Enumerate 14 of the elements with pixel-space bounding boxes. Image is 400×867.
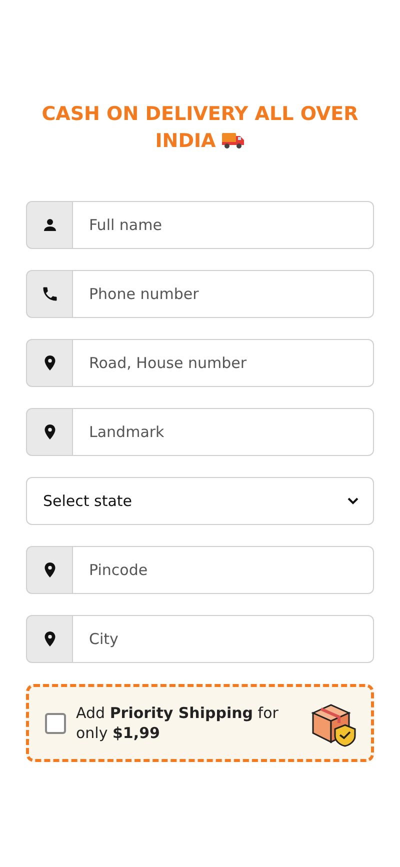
heading: INDIA: [155, 130, 216, 152]
input-field[interactable]: Road, House number: [73, 339, 374, 387]
checkbox[interactable]: [45, 712, 66, 734]
delivery-truck-icon: [220, 131, 245, 149]
input-field[interactable]: Pincode: [73, 546, 374, 594]
heading: CASH ON DELIVERY ALL OVER: [42, 103, 358, 125]
input-field[interactable]: Landmark: [73, 408, 374, 456]
priority-shipping-label: Add Priority Shipping for only $1,99: [76, 703, 280, 743]
state-dropdown[interactable]: Select state: [26, 477, 374, 525]
input-field[interactable]: Full name: [73, 201, 374, 249]
chevron-down-icon: [347, 497, 359, 505]
input-field[interactable]: City: [73, 615, 374, 663]
input-field[interactable]: Phone number: [73, 270, 374, 318]
phone-icon: [40, 285, 58, 303]
